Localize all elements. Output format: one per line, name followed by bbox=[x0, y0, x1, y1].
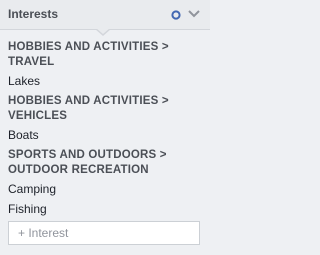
panel-header[interactable]: Interests bbox=[0, 0, 210, 30]
interest-item: Camping bbox=[8, 182, 57, 196]
category-heading: SPORTS AND OUTDOORS > OUTDOOR RECREATION bbox=[8, 149, 167, 176]
chevron-down-icon[interactable] bbox=[187, 8, 201, 20]
category-heading: HOBBIES AND ACTIVITIES > VEHICLES bbox=[8, 95, 169, 122]
interest-item: Lakes bbox=[8, 74, 41, 88]
category-heading: HOBBIES AND ACTIVITIES > TRAVEL bbox=[8, 41, 169, 68]
header-notch bbox=[95, 28, 111, 36]
add-interest-label: + Interest bbox=[18, 226, 69, 240]
interest-list: HOBBIES AND ACTIVITIES > TRAVEL Lakes HO… bbox=[8, 40, 202, 222]
interest-item: Fishing bbox=[8, 202, 47, 216]
panel-title: Interests bbox=[8, 7, 59, 21]
add-interest-input[interactable]: + Interest bbox=[8, 221, 200, 245]
interest-item: Boats bbox=[8, 128, 39, 142]
settings-dot-icon[interactable] bbox=[170, 9, 182, 21]
interests-panel: Interests HOBBIES AND ACTIVITIES > TRAVE… bbox=[0, 0, 210, 255]
